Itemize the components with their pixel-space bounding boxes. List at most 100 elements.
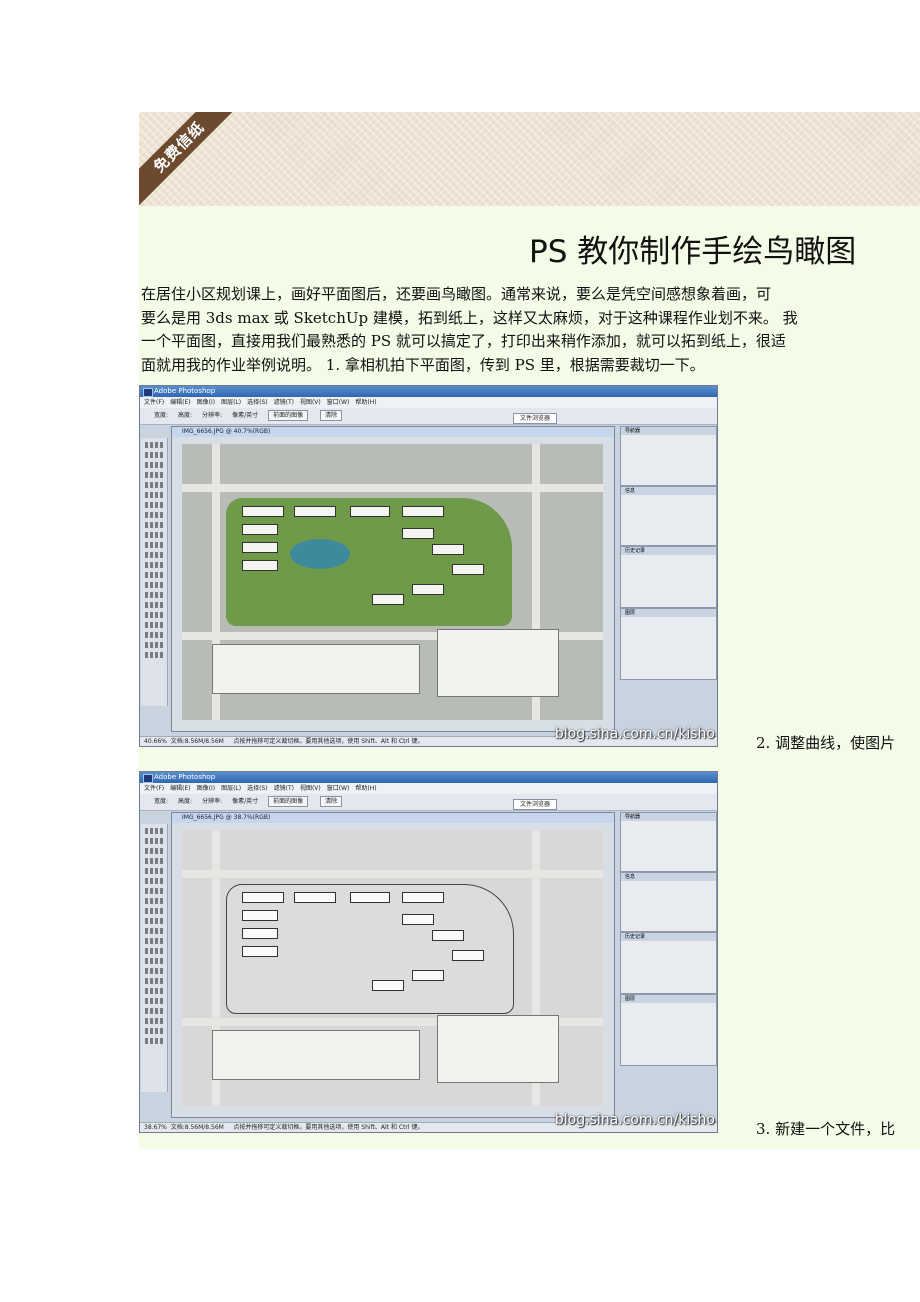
building-footprint (452, 564, 484, 575)
menu-item[interactable]: 视图(V) (300, 399, 321, 406)
tool-icon[interactable] (145, 442, 163, 448)
panel-title[interactable]: 历史记录 (621, 933, 716, 941)
panel-title[interactable]: 导航器 (621, 427, 716, 435)
tool-icon[interactable] (145, 512, 163, 518)
menu-bar: 文件(F) 编辑(E) 图像(I) 图层(L) 选择(S) 滤镜(T) 视图(V) 窗口(W)… (140, 397, 717, 408)
panel-title[interactable]: 导航器 (621, 813, 716, 821)
tab-file-browser[interactable]: 文件浏览器 (512, 799, 557, 810)
tool-icon[interactable] (145, 502, 163, 508)
tool-icon[interactable] (145, 552, 163, 558)
tool-icon[interactable] (145, 868, 163, 874)
palette-panel[interactable]: 信息 (620, 486, 717, 546)
palette-panel[interactable]: 信息 (620, 872, 717, 932)
tool-icon[interactable] (145, 1028, 163, 1034)
tool-icon[interactable] (145, 602, 163, 608)
tab-file-browser[interactable]: 文件浏览器 (512, 413, 557, 424)
tool-icon[interactable] (145, 988, 163, 994)
option-button[interactable]: 前面的图像 (268, 410, 309, 421)
building-footprint (412, 970, 444, 981)
tool-icon[interactable] (145, 968, 163, 974)
tool-icon[interactable] (145, 612, 163, 618)
menu-item[interactable]: 图像(I) (197, 399, 215, 406)
tool-icon[interactable] (145, 572, 163, 578)
option-button[interactable]: 清除 (320, 410, 343, 421)
pond (290, 539, 350, 569)
tool-icon[interactable] (145, 522, 163, 528)
tool-icon[interactable] (145, 1018, 163, 1024)
zoom-level[interactable]: 38.67% (144, 1124, 167, 1131)
tool-icon[interactable] (145, 532, 163, 538)
tool-icon[interactable] (145, 978, 163, 984)
document-title: IMG_6656.JPG @ 40.7%(RGB) (172, 427, 614, 437)
watermark: blog.sina.com.cn/kisho (554, 726, 715, 742)
document-window[interactable]: IMG_6656.JPG @ 40.7%(RGB) (171, 426, 615, 732)
tool-icon[interactable] (145, 562, 163, 568)
tool-icon[interactable] (145, 958, 163, 964)
menu-item[interactable]: 窗口(W) (327, 399, 350, 406)
panel-title[interactable]: 信息 (621, 487, 716, 495)
zoom-level[interactable]: 40.66% (144, 738, 167, 745)
tool-icon[interactable] (145, 898, 163, 904)
tool-icon[interactable] (145, 938, 163, 944)
tool-icon[interactable] (145, 918, 163, 924)
menu-item[interactable]: 帮助(H) (355, 785, 376, 792)
menu-item[interactable]: 滤镜(T) (274, 785, 294, 792)
ribbon-label: 免费信纸 (139, 112, 234, 207)
site-plan-image (182, 830, 603, 1106)
tool-icon[interactable] (145, 582, 163, 588)
tool-icon[interactable] (145, 1008, 163, 1014)
tool-icon[interactable] (145, 838, 163, 844)
panel-title[interactable]: 信息 (621, 873, 716, 881)
menu-item[interactable]: 选择(S) (247, 785, 268, 792)
panel-title[interactable]: 历史记录 (621, 547, 716, 555)
tool-icon[interactable] (145, 998, 163, 1004)
palette-panel[interactable]: 历史记录 (620, 932, 717, 994)
menu-item[interactable]: 编辑(E) (170, 785, 190, 792)
tool-icon[interactable] (145, 878, 163, 884)
menu-item[interactable]: 选择(S) (247, 399, 268, 406)
option-button[interactable]: 前面的图像 (268, 796, 309, 807)
document-window[interactable]: IMG_6656.JPG @ 38.7%(RGB) (171, 812, 615, 1118)
palette-panel[interactable]: 导航器 (620, 812, 717, 872)
menu-item[interactable]: 视图(V) (300, 785, 321, 792)
option-button[interactable]: 清除 (320, 796, 343, 807)
tool-icon[interactable] (145, 828, 163, 834)
tool-icon[interactable] (145, 1038, 163, 1044)
tool-icon[interactable] (145, 462, 163, 468)
tool-icon[interactable] (145, 492, 163, 498)
building-footprint (242, 946, 278, 957)
palette-panel[interactable]: 导航器 (620, 426, 717, 486)
tool-icon[interactable] (145, 888, 163, 894)
menu-item[interactable]: 图层(L) (221, 785, 241, 792)
panel-title[interactable]: 图层 (621, 995, 716, 1003)
app-title: Adobe Photoshop (154, 387, 216, 395)
tool-icon[interactable] (145, 642, 163, 648)
tool-icon[interactable] (145, 652, 163, 658)
menu-item[interactable]: 帮助(H) (355, 399, 376, 406)
palette-panel[interactable]: 历史记录 (620, 546, 717, 608)
tool-icon[interactable] (145, 908, 163, 914)
menu-item[interactable]: 文件(F) (144, 399, 164, 406)
tool-icon[interactable] (145, 848, 163, 854)
tool-icon[interactable] (145, 542, 163, 548)
palette-panel[interactable]: 图层 (620, 608, 717, 680)
menu-item[interactable]: 编辑(E) (170, 399, 190, 406)
tool-icon[interactable] (145, 452, 163, 458)
tool-icon[interactable] (145, 622, 163, 628)
menu-item[interactable]: 文件(F) (144, 785, 164, 792)
palette-panel[interactable]: 图层 (620, 994, 717, 1066)
step-3-caption: 3. 新建一个文件，比 (756, 1120, 896, 1138)
tool-icon[interactable] (145, 472, 163, 478)
tool-icon[interactable] (145, 632, 163, 638)
tool-icon[interactable] (145, 858, 163, 864)
menu-item[interactable]: 窗口(W) (327, 785, 350, 792)
tool-icon[interactable] (145, 592, 163, 598)
tool-icon[interactable] (145, 948, 163, 954)
building-footprint (402, 892, 444, 903)
menu-item[interactable]: 滤镜(T) (274, 399, 294, 406)
menu-item[interactable]: 图像(I) (197, 785, 215, 792)
menu-item[interactable]: 图层(L) (221, 399, 241, 406)
panel-title[interactable]: 图层 (621, 609, 716, 617)
tool-icon[interactable] (145, 928, 163, 934)
tool-icon[interactable] (145, 482, 163, 488)
